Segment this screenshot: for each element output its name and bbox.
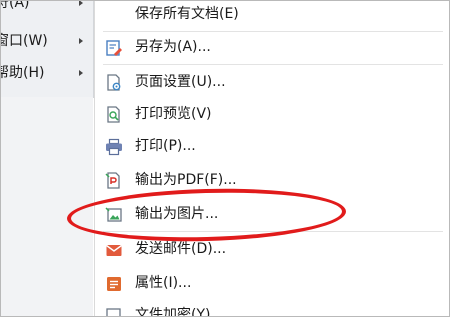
menu-item-save-all[interactable]: 保存所有文档(E) (95, 1, 449, 30)
parent-menu-item-label: 帮助(H) (1, 65, 45, 81)
printer-icon (105, 138, 123, 156)
parent-menu-item-label: 符(A) (1, 0, 30, 11)
menu-item-encrypt[interactable]: 文件加密(Y) (95, 299, 449, 317)
submenu-arrow-icon (79, 38, 83, 44)
mail-icon (105, 241, 123, 259)
menu-item-label: 属性(I)... (135, 275, 192, 291)
menu-item-properties[interactable]: 属性(I)... (95, 267, 449, 299)
menu-item-print-preview[interactable]: 打印预览(V) (95, 98, 449, 130)
background-area (1, 97, 93, 316)
export-pdf-icon (105, 172, 123, 190)
export-image-icon (105, 206, 123, 224)
menu-item-label: 打印(P)... (135, 138, 196, 154)
menu-item-page-setup[interactable]: 页面设置(U)... (95, 66, 449, 98)
parent-menu-item-help[interactable]: 帮助(H) (1, 57, 93, 89)
menu-item-label: 输出为图片... (135, 206, 219, 222)
submenu-arrow-icon (79, 1, 83, 6)
menu-item-label: 另存为(A)... (135, 39, 211, 55)
parent-menu-item-a[interactable]: 符(A) (1, 0, 93, 19)
properties-icon (105, 275, 123, 293)
save-all-icon (105, 6, 123, 24)
menu-item-label: 页面设置(U)... (135, 74, 226, 90)
menu-item-export-image[interactable]: 输出为图片... (95, 198, 449, 230)
page-setup-icon (105, 74, 123, 92)
save-as-icon (105, 39, 123, 57)
parent-menu-item-label: 窗口(W) (0, 33, 48, 49)
menu-item-label: 发送邮件(D)... (135, 241, 227, 257)
parent-menu-item-window[interactable]: 窗口(W) (1, 25, 93, 57)
screenshot-frame: 符(A) 窗口(W) 帮助(H) 保存所有文档(E) (0, 0, 450, 317)
file-submenu: 保存所有文档(E) 另存为(A)... 页面设置(U)... 打印预览(V) 打… (94, 1, 449, 317)
menu-item-label: 文件加密(Y) (135, 307, 211, 317)
parent-menu: 符(A) 窗口(W) 帮助(H) (1, 1, 94, 98)
menu-item-label: 输出为PDF(F)... (135, 172, 237, 188)
encrypt-icon (105, 307, 123, 316)
menu-item-send-mail[interactable]: 发送邮件(D)... (95, 233, 449, 265)
menu-item-label: 保存所有文档(E) (135, 6, 239, 22)
print-preview-icon (105, 106, 123, 124)
menu-separator (103, 231, 443, 232)
menu-item-print[interactable]: 打印(P)... (95, 130, 449, 162)
submenu-arrow-icon (79, 70, 83, 76)
menu-separator (103, 64, 443, 65)
menu-item-export-pdf[interactable]: 输出为PDF(F)... (95, 164, 449, 196)
menu-item-label: 打印预览(V) (135, 106, 212, 122)
menu-item-save-as[interactable]: 另存为(A)... (95, 31, 449, 63)
